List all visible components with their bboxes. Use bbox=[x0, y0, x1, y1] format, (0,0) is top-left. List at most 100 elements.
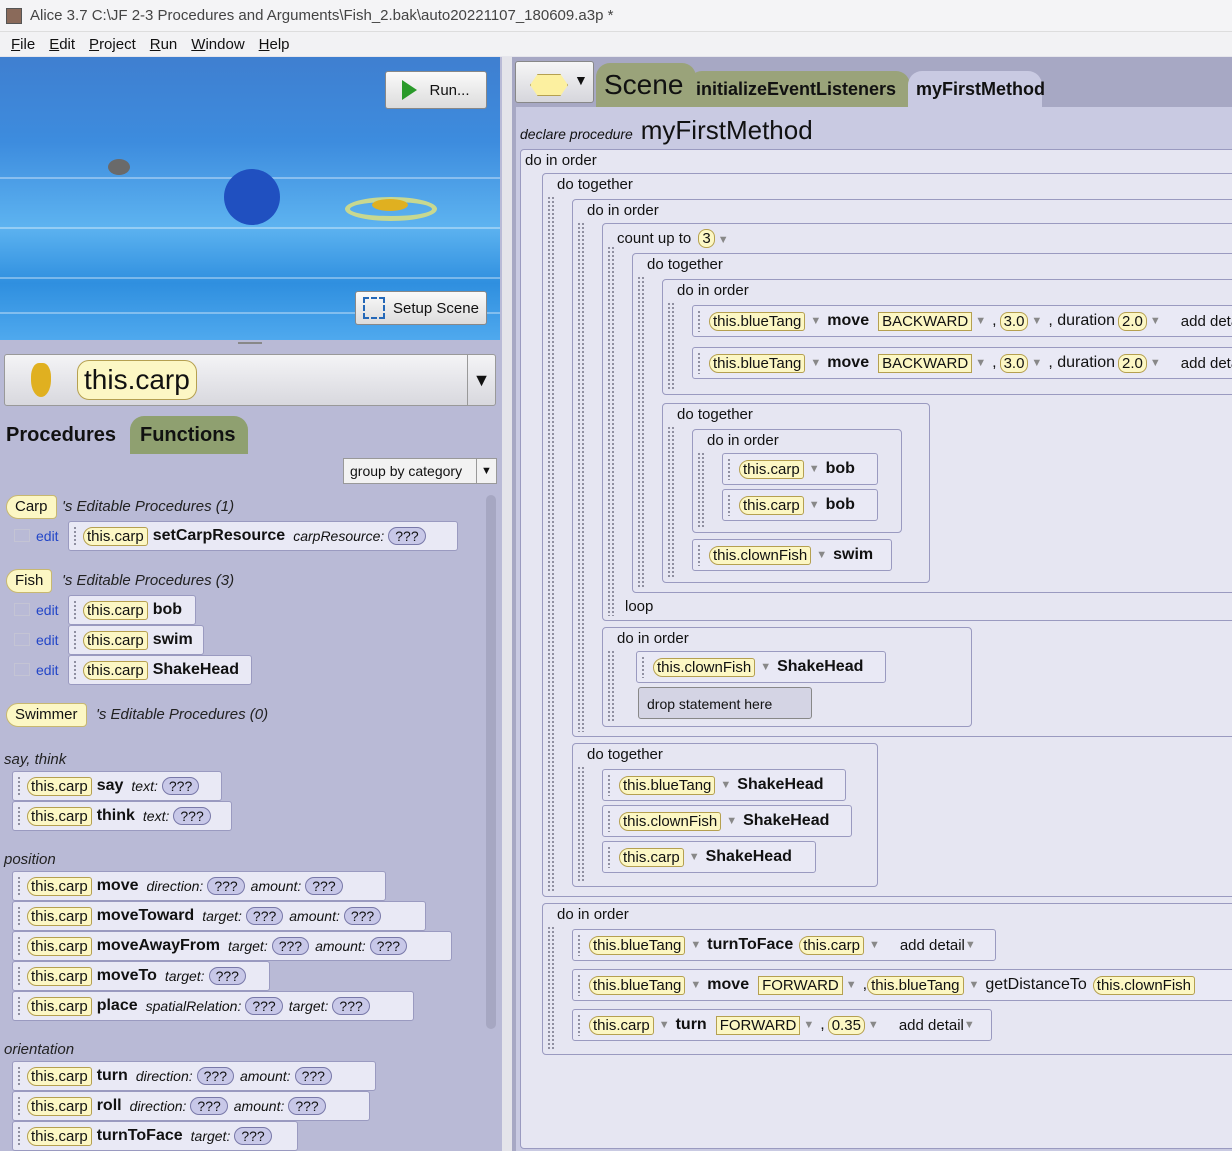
duration-value[interactable]: 2.0 bbox=[1118, 311, 1147, 331]
tab-scene[interactable]: Scene bbox=[596, 63, 696, 107]
proc-turnToFace[interactable]: this.carp turnToFace target: ??? bbox=[12, 1121, 298, 1151]
proc-turn[interactable]: this.carp turn direction: ??? amount: ??… bbox=[12, 1061, 376, 1091]
param-value[interactable]: ??? bbox=[369, 937, 408, 955]
param-value[interactable]: ??? bbox=[294, 1067, 332, 1085]
object-chip[interactable]: this.carp bbox=[27, 996, 92, 1016]
stmt-carp-turn[interactable]: this.carp ▼ turn FORWARD ▼, 0.35 ▼ add deta… bbox=[572, 1009, 992, 1041]
proc-move[interactable]: this.carp move direction: ??? amount: ??… bbox=[12, 871, 386, 901]
procedures-scrollbar[interactable] bbox=[486, 495, 496, 1029]
stmt-carp-bob-2[interactable]: this.carp ▼ bob bbox=[722, 489, 878, 521]
edit-link[interactable]: edit bbox=[14, 528, 59, 544]
tab-initializeEventListeners[interactable]: initializeEventListeners bbox=[688, 71, 910, 107]
proc-think[interactable]: this.carp think text: ??? bbox=[12, 801, 232, 831]
amount-value[interactable]: 0.35 bbox=[827, 1015, 865, 1035]
add-detail[interactable]: add detail bbox=[1181, 313, 1232, 330]
object-chip[interactable]: this.carp bbox=[27, 906, 92, 926]
object-chip[interactable]: this.carp bbox=[27, 936, 92, 956]
amount-value[interactable]: 3.0 bbox=[999, 353, 1029, 373]
direction-value[interactable]: FORWARD bbox=[715, 1015, 801, 1035]
param-value[interactable]: ??? bbox=[245, 907, 284, 925]
object-chip[interactable]: this.carp bbox=[739, 459, 804, 479]
object-chip[interactable]: this.carp bbox=[83, 526, 148, 546]
object-selector[interactable]: this.carp ▼ bbox=[4, 354, 496, 406]
stmt-bluetang-move-forward[interactable]: this.blueTang ▼ move FORWARD ▼, this.blueT… bbox=[572, 969, 1232, 1001]
proc-roll[interactable]: this.carp roll direction: ??? amount: ??… bbox=[12, 1091, 370, 1121]
proc-setCarpResource[interactable]: this.carp setCarpResource carpResource: … bbox=[68, 521, 458, 551]
object-chip[interactable]: this.clownFish bbox=[619, 811, 722, 831]
object-chip[interactable]: this.carp bbox=[83, 660, 148, 680]
proc-say[interactable]: this.carp say text: ??? bbox=[12, 771, 222, 801]
menu-file[interactable]: File bbox=[11, 36, 35, 53]
amount-value[interactable]: 3.0 bbox=[999, 311, 1029, 331]
proc-moveTo[interactable]: this.carp moveTo target: ??? bbox=[12, 961, 270, 991]
param-value[interactable]: ??? bbox=[288, 1097, 326, 1115]
object-chip[interactable]: this.blueTang bbox=[709, 353, 806, 373]
object-chip[interactable]: this.carp bbox=[27, 776, 92, 796]
menu-window[interactable]: Window bbox=[191, 36, 244, 53]
param-value[interactable]: ??? bbox=[234, 1127, 272, 1145]
scene-view[interactable]: Run... Setup Scene bbox=[0, 57, 500, 340]
object-chip[interactable]: this.clownFish bbox=[709, 545, 812, 565]
object-chip[interactable]: this.carp bbox=[27, 876, 92, 896]
object-chip[interactable]: this.carp bbox=[589, 1015, 654, 1035]
target-value[interactable]: this.clownFish bbox=[1092, 975, 1195, 995]
param-value[interactable]: ??? bbox=[271, 937, 310, 955]
stmt-clownfish-shakehead[interactable]: this.clownFish ▼ ShakeHead bbox=[636, 651, 886, 683]
edit-link[interactable]: edit bbox=[14, 632, 59, 648]
proc-place[interactable]: this.carp place spatialRelation: ??? tar… bbox=[12, 991, 414, 1021]
proc-bob[interactable]: this.carp bob bbox=[68, 595, 196, 625]
object-chip[interactable]: this.clownFish bbox=[653, 657, 756, 677]
object-chip[interactable]: this.carp bbox=[27, 1126, 92, 1146]
proc-swim[interactable]: this.carp swim bbox=[68, 625, 204, 655]
param-value[interactable]: ??? bbox=[245, 997, 283, 1015]
target-value[interactable]: this.carp bbox=[799, 935, 864, 955]
object-chip[interactable]: this.blueTang bbox=[867, 975, 964, 995]
object-chip[interactable]: this.carp bbox=[27, 1096, 92, 1116]
object-chip[interactable]: this.carp bbox=[27, 806, 92, 826]
stmt-bluetang-shakehead[interactable]: this.blueTang ▼ ShakeHead bbox=[602, 769, 846, 801]
param-value[interactable]: ??? bbox=[173, 807, 211, 825]
count-value[interactable]: 3 bbox=[698, 229, 715, 248]
param-value[interactable]: ??? bbox=[208, 967, 246, 985]
param-value[interactable]: ??? bbox=[207, 877, 245, 895]
menu-help[interactable]: Help bbox=[259, 36, 290, 53]
param-value[interactable]: ??? bbox=[388, 527, 426, 545]
main-splitter[interactable] bbox=[502, 57, 512, 1151]
drop-statement-target[interactable]: drop statement here bbox=[638, 687, 812, 719]
object-chip[interactable]: this.carp bbox=[83, 600, 148, 620]
direction-value[interactable]: BACKWARD bbox=[878, 311, 973, 331]
stmt-bluetang-move-2[interactable]: this.blueTang ▼ move BACKWARD ▼, 3.0 ▼ , du… bbox=[692, 347, 1232, 379]
group-by-select[interactable]: group by category ▼ bbox=[343, 458, 497, 484]
direction-value[interactable]: FORWARD bbox=[758, 975, 843, 995]
duration-value[interactable]: 2.0 bbox=[1118, 353, 1147, 373]
param-value[interactable]: ??? bbox=[161, 777, 200, 795]
direction-value[interactable]: BACKWARD bbox=[878, 353, 973, 373]
add-detail[interactable]: add detail bbox=[899, 1017, 964, 1034]
add-detail[interactable]: add detail bbox=[900, 937, 965, 954]
tab-myFirstMethod[interactable]: myFirstMethod bbox=[908, 71, 1045, 107]
edit-link[interactable]: edit bbox=[14, 662, 59, 678]
add-detail[interactable]: add detail bbox=[1181, 355, 1232, 372]
param-value[interactable]: ??? bbox=[196, 1067, 234, 1085]
object-chip[interactable]: this.blueTang bbox=[619, 775, 716, 795]
menu-run[interactable]: Run bbox=[150, 36, 178, 53]
setup-scene-button[interactable]: Setup Scene bbox=[355, 291, 487, 325]
proc-moveAwayFrom[interactable]: this.carp moveAwayFrom target: ??? amoun… bbox=[12, 931, 452, 961]
object-chip[interactable]: this.carp bbox=[83, 630, 148, 650]
param-value[interactable]: ??? bbox=[343, 907, 382, 925]
object-chip[interactable]: this.carp bbox=[619, 847, 684, 867]
proc-shakehead[interactable]: this.carp ShakeHead bbox=[68, 655, 252, 685]
type-selector[interactable]: ▼ bbox=[515, 61, 594, 103]
object-chip[interactable]: this.carp bbox=[27, 966, 92, 986]
tab-functions[interactable]: Functions bbox=[130, 416, 248, 454]
menu-project[interactable]: Project bbox=[89, 36, 136, 53]
object-chip[interactable]: this.carp bbox=[739, 495, 804, 515]
tab-procedures[interactable]: Procedures bbox=[0, 416, 130, 454]
object-chip[interactable]: this.blueTang bbox=[589, 975, 686, 995]
stmt-bluetang-move-1[interactable]: this.blueTang ▼ move BACKWARD ▼, 3.0 ▼ , du… bbox=[692, 305, 1232, 337]
param-value[interactable]: ??? bbox=[305, 877, 343, 895]
param-value[interactable]: ??? bbox=[332, 997, 370, 1015]
stmt-bluetang-turntoface[interactable]: this.blueTang ▼ turnToFace this.carp ▼ add… bbox=[572, 929, 996, 961]
edit-link[interactable]: edit bbox=[14, 602, 59, 618]
menu-edit[interactable]: Edit bbox=[49, 36, 75, 53]
